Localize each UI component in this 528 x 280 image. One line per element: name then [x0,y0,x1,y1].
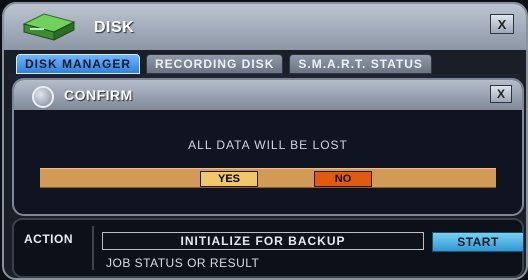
action-panel: ACTION INITIALIZE FOR BACKUP START JOB S… [12,218,524,278]
tab-bar: DISK MANAGER RECORDING DISK S.M.A.R.T. S… [16,54,432,74]
job-status-text: JOB STATUS OR RESULT [106,256,260,270]
dialog-message: ALL DATA WILL BE LOST [188,138,348,152]
dialog-close-button[interactable]: X [490,85,512,103]
tab-disk-manager[interactable]: DISK MANAGER [16,54,141,74]
no-button[interactable]: NO [314,171,372,187]
window-close-button[interactable]: X [490,14,514,34]
tab-smart-status[interactable]: S.M.A.R.T. STATUS [289,54,432,74]
disk-window: DISK X DISK MANAGER RECORDING DISK S.M.A… [2,2,528,280]
action-select[interactable]: INITIALIZE FOR BACKUP [102,232,424,250]
circle-icon [32,86,54,108]
dialog-title: CONFIRM [64,87,133,103]
dialog-button-bar: YES NO [40,168,496,188]
dialog-titlebar: CONFIRM X [14,80,522,110]
yes-button[interactable]: YES [200,171,258,187]
confirm-dialog: CONFIRM X ALL DATA WILL BE LOST YES NO [12,78,524,216]
start-button[interactable]: START [432,232,524,252]
disk-icon [22,13,76,41]
tab-recording-disk[interactable]: RECORDING DISK [146,54,284,74]
action-separator [92,226,94,270]
window-titlebar: DISK X [4,4,526,50]
window-title: DISK [94,19,135,36]
action-label: ACTION [24,232,73,246]
